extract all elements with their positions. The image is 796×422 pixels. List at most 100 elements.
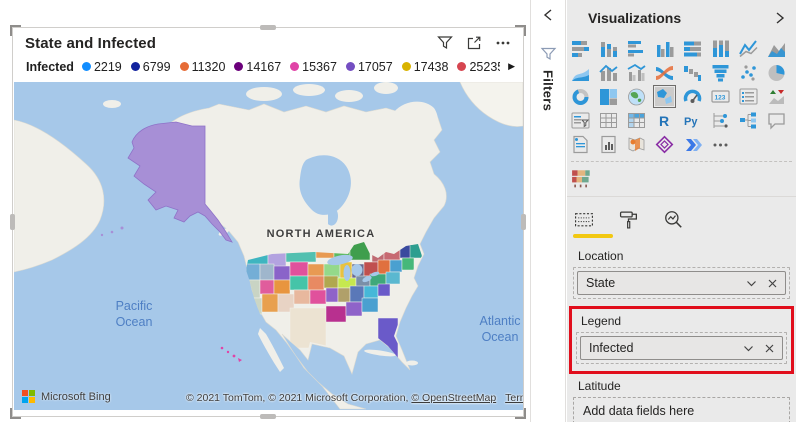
- bing-logo-label: Microsoft Bing: [41, 390, 111, 403]
- legend-item[interactable]: 17438: [401, 60, 448, 74]
- visual-type-power-automate-visual-icon[interactable]: [683, 135, 702, 154]
- svg-text:R: R: [659, 113, 669, 129]
- visualizations-collapse-chevron-icon[interactable]: [773, 11, 786, 25]
- visual-type-multi-row-card-icon[interactable]: [739, 87, 758, 106]
- tab-format[interactable]: [619, 209, 639, 230]
- well-label-latitude: Latitude: [578, 379, 621, 393]
- visual-type-hundred-percent-stacked-column-chart-icon[interactable]: [711, 39, 730, 58]
- svg-text:Py: Py: [684, 116, 698, 128]
- visual-type-map-icon[interactable]: [627, 87, 646, 106]
- visual-type-line-chart-icon[interactable]: [739, 39, 758, 58]
- more-options-icon[interactable]: [495, 35, 511, 51]
- visual-type-gauge-icon[interactable]: [683, 87, 702, 106]
- visual-type-r-script-visual-icon[interactable]: R: [655, 111, 674, 130]
- terms-link[interactable]: Terms: [505, 392, 523, 404]
- resize-corner-top-left[interactable]: [10, 25, 21, 36]
- visual-types-gallery: 123 R Py: [571, 39, 796, 154]
- visual-type-q-and-a-icon[interactable]: [767, 111, 786, 130]
- visual-title: State and Infected: [25, 34, 156, 52]
- legend-item[interactable]: 14167: [234, 60, 281, 74]
- legend-items: 2219 6799 11320 14167 15367 17057 17438 25235: [81, 60, 500, 74]
- legend-well[interactable]: Infected: [576, 332, 787, 364]
- legend-item[interactable]: 11320: [179, 60, 225, 74]
- resize-corner-bottom-left[interactable]: [10, 408, 21, 419]
- svg-text:123: 123: [715, 95, 726, 102]
- visual-type-ribbon-chart-icon[interactable]: [655, 63, 674, 82]
- map-visual[interactable]: NORTH AMERICA Pacific Ocean Atlantic Oce…: [14, 82, 523, 410]
- attribution-text: © 2021 TomTom, © 2021 Microsoft Corporat…: [186, 392, 412, 404]
- custom-visual-icon[interactable]: [571, 167, 593, 189]
- filters-pane-title: Filters: [540, 70, 556, 112]
- map-visual-container[interactable]: State and Infected Infected 2219 6799 1132…: [10, 25, 526, 419]
- legend-highlight-annotation: Legend Infected: [569, 306, 794, 374]
- location-field-pill[interactable]: State: [586, 276, 615, 290]
- map-canvas[interactable]: NORTH AMERICA Pacific Ocean Atlantic Oce…: [14, 82, 523, 410]
- well-label-location: Location: [578, 249, 624, 263]
- remove-field-icon[interactable]: [765, 344, 774, 353]
- map-label-continent: NORTH AMERICA: [267, 228, 376, 240]
- visual-type-key-influencers-icon[interactable]: [711, 111, 730, 130]
- visual-type-matrix-icon[interactable]: [627, 111, 646, 130]
- visual-type-clustered-bar-chart-icon[interactable]: [627, 39, 646, 58]
- visual-type-power-apps-visual-icon[interactable]: [655, 135, 674, 154]
- resize-handle-left[interactable]: [10, 214, 15, 230]
- pane-tabs: [567, 197, 796, 230]
- visual-type-line-and-stacked-column-chart-icon[interactable]: [599, 63, 618, 82]
- focus-mode-icon[interactable]: [466, 35, 482, 51]
- visual-type-paginated-report-icon[interactable]: [571, 135, 590, 154]
- filter-icon[interactable]: [437, 35, 453, 51]
- legend-item[interactable]: 15367: [290, 60, 337, 74]
- legend-item[interactable]: 6799: [130, 60, 171, 74]
- report-canvas[interactable]: State and Infected Infected 2219 6799 1132…: [0, 0, 530, 422]
- visual-type-python-visual-icon[interactable]: Py: [683, 111, 702, 130]
- visual-type-area-chart-icon[interactable]: [767, 39, 786, 58]
- visual-type-power-bi-report-icon[interactable]: [599, 135, 618, 154]
- remove-field-icon[interactable]: [768, 279, 777, 288]
- openstreetmap-link[interactable]: © OpenStreetMap: [411, 392, 496, 404]
- legend-scroll-arrow[interactable]: ▶: [508, 61, 515, 72]
- visual-type-slicer-icon[interactable]: [571, 111, 590, 130]
- visual-type-arcgis-map-icon[interactable]: [627, 135, 646, 154]
- resize-corner-top-right[interactable]: [515, 25, 526, 36]
- map-label-pacific-1: Pacific: [116, 299, 153, 313]
- visual-type-scatter-chart-icon[interactable]: [739, 63, 758, 82]
- visual-type-donut-chart-icon[interactable]: [571, 87, 590, 106]
- location-well[interactable]: State: [573, 267, 790, 299]
- filters-expand-chevron-icon[interactable]: [542, 8, 555, 22]
- visual-type-line-and-clustered-column-chart-icon[interactable]: [627, 63, 646, 82]
- legend-item[interactable]: 25235: [457, 60, 500, 74]
- visualizations-pane: Visualizations 123 R Py Location State L…: [567, 0, 796, 422]
- tab-fields[interactable]: [573, 210, 595, 230]
- visual-type-stacked-column-chart-icon[interactable]: [599, 39, 618, 58]
- map-label-atlantic-1: Atlantic: [480, 314, 521, 328]
- visual-type-waterfall-chart-icon[interactable]: [683, 63, 702, 82]
- resize-corner-bottom-right[interactable]: [515, 408, 526, 419]
- bing-logo: Microsoft Bing: [22, 390, 111, 403]
- visual-type-filled-map-icon[interactable]: [653, 85, 676, 108]
- visual-type-stacked-bar-chart-icon[interactable]: [571, 39, 590, 58]
- visual-type-decomposition-tree-icon[interactable]: [739, 111, 758, 130]
- well-label-legend: Legend: [581, 314, 622, 328]
- tab-analytics[interactable]: [663, 209, 684, 230]
- resize-handle-bottom[interactable]: [260, 414, 276, 419]
- visual-type-clustered-column-chart-icon[interactable]: [655, 39, 674, 58]
- visual-type-hundred-percent-stacked-bar-chart-icon[interactable]: [683, 39, 702, 58]
- filters-pane-collapsed[interactable]: Filters: [530, 0, 566, 422]
- legend-item[interactable]: 2219: [81, 60, 122, 74]
- visual-type-card-icon[interactable]: 123: [711, 87, 730, 106]
- field-dropdown-chevron-icon[interactable]: [743, 344, 754, 353]
- legend-item[interactable]: 17057: [345, 60, 393, 74]
- visual-type-stacked-area-chart-icon[interactable]: [571, 63, 590, 82]
- latitude-well-empty[interactable]: Add data fields here: [573, 397, 790, 422]
- visual-type-kpi-icon[interactable]: [767, 87, 786, 106]
- map-label-atlantic-2: Ocean: [482, 330, 519, 344]
- visual-type-pie-chart-icon[interactable]: [767, 63, 786, 82]
- resize-handle-right[interactable]: [521, 214, 526, 230]
- visual-type-table-icon[interactable]: [599, 111, 618, 130]
- resize-handle-top[interactable]: [260, 25, 276, 30]
- visual-type-treemap-icon[interactable]: [599, 87, 618, 106]
- field-dropdown-chevron-icon[interactable]: [746, 279, 757, 288]
- legend-field-pill[interactable]: Infected: [589, 341, 633, 355]
- visual-type-more-visuals-icon[interactable]: [711, 135, 730, 154]
- visual-type-funnel-chart-icon[interactable]: [711, 63, 730, 82]
